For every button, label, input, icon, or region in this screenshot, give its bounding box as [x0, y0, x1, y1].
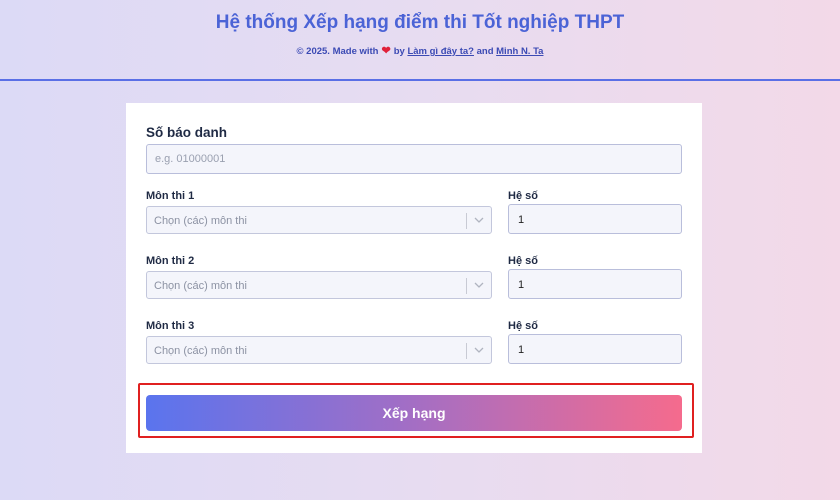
credits-line: © 2025. Made with ❤ by Làm gì đây ta? and …	[0, 44, 840, 57]
credit-link-minh-n-ta[interactable]: Minh N. Ta	[496, 46, 543, 57]
credit-link-lam-gi-day-ta[interactable]: Làm gì đây ta?	[407, 46, 474, 57]
subject-2-placeholder: Chọn (các) môn thi	[154, 280, 247, 292]
page-title: Hệ thống Xếp hạng điểm thi Tốt nghiệp TH…	[215, 12, 625, 33]
subject-2-label: Môn thi 2	[146, 255, 195, 267]
coef-2-label: Hệ số	[508, 255, 538, 267]
coef-3-input[interactable]: 1	[508, 334, 682, 364]
heart-icon: ❤	[381, 45, 391, 57]
select-separator	[466, 343, 467, 359]
sbd-label: Số báo danh	[146, 125, 227, 140]
subject-2-select[interactable]: Chọn (các) môn thi	[146, 271, 492, 299]
select-separator	[466, 213, 467, 229]
coef-1-input[interactable]: 1	[508, 204, 682, 234]
subject-3-label: Môn thi 3	[146, 320, 195, 332]
coef-1-label: Hệ số	[508, 190, 538, 202]
rank-submit-button[interactable]: Xếp hạng	[146, 395, 682, 431]
page-header: Hệ thống Xếp hạng điểm thi Tốt nghiệp TH…	[0, 0, 840, 81]
sbd-input[interactable]	[146, 144, 682, 174]
chevron-down-icon	[474, 347, 484, 353]
subject-3-select[interactable]: Chọn (các) môn thi	[146, 336, 492, 364]
chevron-down-icon	[474, 217, 484, 223]
coef-2-input[interactable]: 1	[508, 269, 682, 299]
subject-1-label: Môn thi 1	[146, 190, 195, 202]
credit-by: by	[393, 46, 405, 57]
ranking-form-card: Số báo danh Môn thi 1 Chọn (các) môn thi…	[126, 103, 702, 453]
credit-prefix: © 2025. Made with	[296, 46, 379, 57]
subject-1-select[interactable]: Chọn (các) môn thi	[146, 206, 492, 234]
coef-3-label: Hệ số	[508, 320, 538, 332]
select-separator	[466, 278, 467, 294]
subject-1-placeholder: Chọn (các) môn thi	[154, 215, 247, 227]
subject-3-placeholder: Chọn (các) môn thi	[154, 345, 247, 357]
chevron-down-icon	[474, 282, 484, 288]
credit-and: and	[476, 46, 494, 57]
